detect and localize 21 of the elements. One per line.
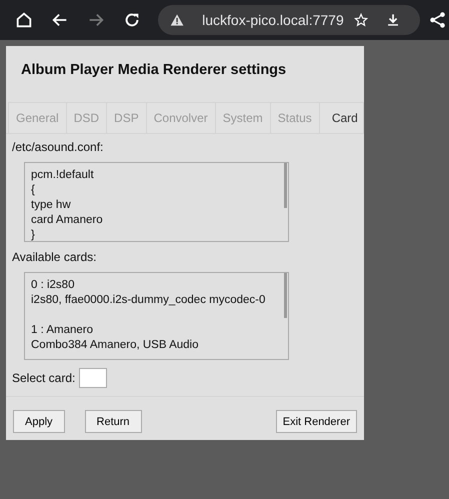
select-card-label: Select card: xyxy=(12,371,76,385)
reload-icon[interactable] xyxy=(123,11,141,29)
address-bar[interactable]: luckfox-pico.local:7779 xyxy=(158,5,420,35)
cards-text-area[interactable]: 0 : i2s80 i2s80, ffae0000.i2s-dummy_codec mycodec-0 1 : Amanero Combo384 Amanero, USB Audio xyxy=(24,272,289,360)
back-arrow-icon[interactable] xyxy=(51,11,69,29)
action-button[interactable]: Return xyxy=(84,410,142,433)
scrollbar-thumb[interactable] xyxy=(284,163,287,208)
tab[interactable]: Card xyxy=(320,103,370,133)
cards-label: Available cards: xyxy=(12,250,98,264)
download-icon[interactable] xyxy=(386,12,400,28)
settings-title: Album Player Media Renderer settings xyxy=(20,61,288,80)
home-icon[interactable] xyxy=(15,11,33,29)
scrollbar-thumb[interactable] xyxy=(284,273,287,318)
share-icon[interactable] xyxy=(429,11,447,29)
warning-icon[interactable] xyxy=(170,12,184,28)
config-text-area[interactable]: pcm.!default { type hw card Amanero } xyxy=(24,162,289,242)
star-icon[interactable] xyxy=(354,12,368,28)
action-button[interactable]: Apply xyxy=(13,410,65,433)
config-label: /etc/asound.conf: xyxy=(12,140,104,154)
action-button[interactable]: Exit Renderer xyxy=(276,410,357,433)
select-card-field[interactable] xyxy=(79,368,108,388)
